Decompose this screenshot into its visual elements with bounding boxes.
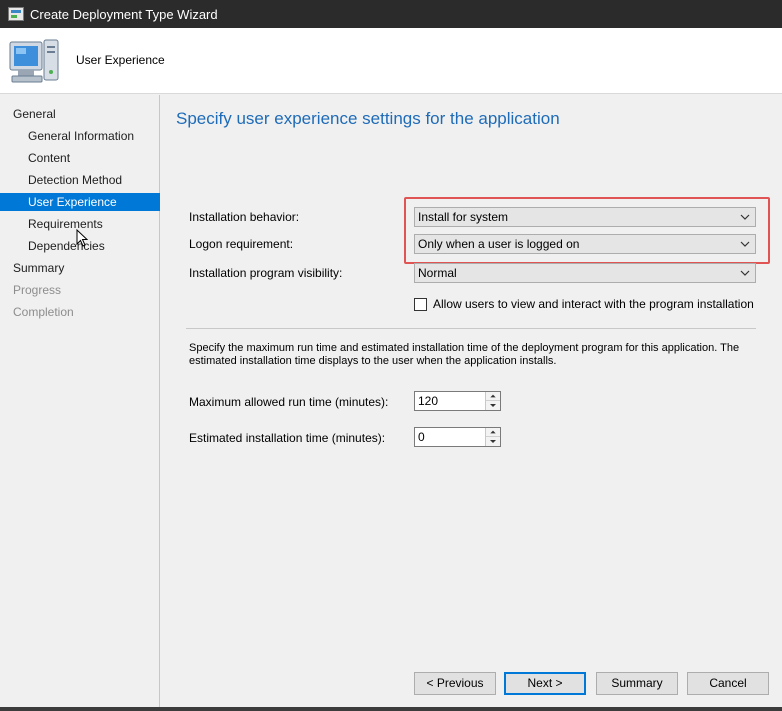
header-title: User Experience [76, 53, 165, 67]
nav-item-user-experience[interactable]: User Experience [0, 193, 160, 211]
spin-up-icon[interactable] [486, 392, 500, 401]
window-title: Create Deployment Type Wizard [30, 6, 218, 22]
program-visibility-label: Installation program visibility: [189, 266, 343, 280]
allow-interact-checkbox[interactable] [414, 298, 427, 311]
max-run-time-value[interactable]: 120 [418, 394, 438, 408]
mouse-pointer-icon [76, 229, 88, 247]
est-install-time-spin-buttons [485, 428, 500, 446]
run-time-description: Specify the maximum run time and estimat… [189, 342, 740, 367]
max-run-time-spin-buttons [485, 392, 500, 410]
next-button[interactable]: Next > [504, 672, 586, 695]
nav-item-progress: Progress [13, 283, 62, 297]
highlight-annotation-box [404, 197, 770, 264]
nav-item-detection-method[interactable]: Detection Method [0, 171, 160, 189]
section-divider [186, 328, 756, 329]
summary-button[interactable]: Summary [596, 672, 678, 695]
nav-item-general-information[interactable]: General Information [0, 127, 160, 145]
page-title: Specify user experience settings for the… [176, 109, 560, 128]
program-visibility-value: Normal [418, 266, 457, 280]
cancel-button[interactable]: Cancel [687, 672, 769, 695]
chevron-down-icon [740, 270, 750, 276]
est-install-time-label: Estimated installation time (minutes): [189, 431, 386, 445]
wizard-content: Specify user experience settings for the… [161, 95, 782, 707]
spin-down-icon[interactable] [486, 401, 500, 410]
nav-item-completion: Completion [13, 305, 74, 319]
wizard-app-icon [8, 7, 24, 21]
window-bottom-edge [0, 707, 782, 711]
computer-icon [9, 39, 59, 83]
title-bar: Create Deployment Type Wizard [0, 0, 782, 28]
allow-interact-label[interactable]: Allow users to view and interact with th… [433, 297, 754, 311]
max-run-time-label: Maximum allowed run time (minutes): [189, 395, 389, 409]
nav-item-general[interactable]: General [0, 105, 160, 123]
program-visibility-select[interactable]: Normal [414, 263, 756, 283]
spin-up-icon[interactable] [486, 428, 500, 437]
est-install-time-stepper[interactable]: 0 [414, 427, 501, 447]
est-install-time-value[interactable]: 0 [418, 430, 425, 444]
previous-button[interactable]: < Previous [414, 672, 496, 695]
wizard-header: User Experience [0, 28, 782, 94]
installation-behavior-label: Installation behavior: [189, 210, 300, 224]
spin-down-icon[interactable] [486, 437, 500, 446]
wizard-nav: General General Information Content Dete… [0, 95, 160, 707]
nav-item-summary[interactable]: Summary [0, 259, 160, 277]
logon-requirement-label: Logon requirement: [189, 237, 294, 251]
nav-item-content[interactable]: Content [0, 149, 160, 167]
max-run-time-stepper[interactable]: 120 [414, 391, 501, 411]
